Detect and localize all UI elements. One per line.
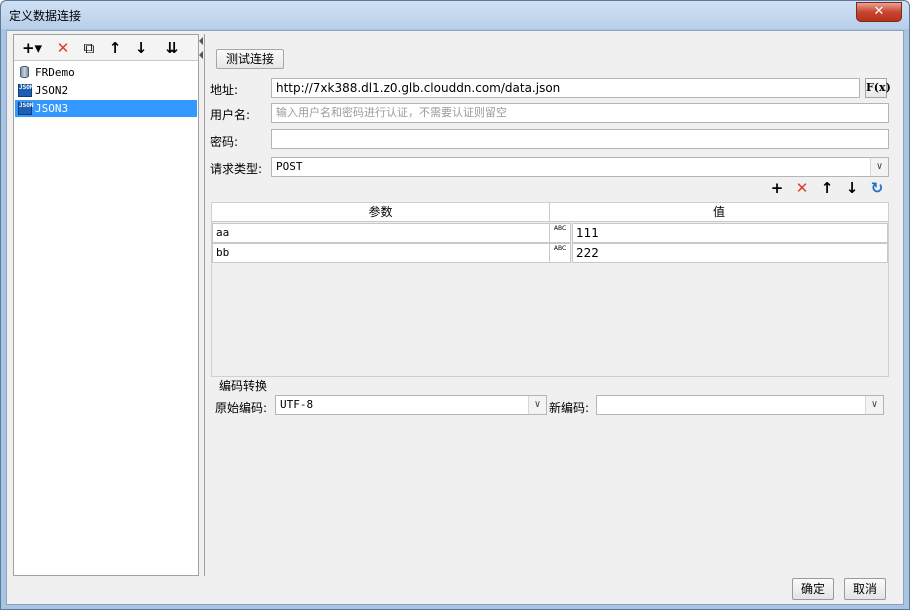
json-icon: JSON xyxy=(18,102,33,115)
password-label: 密码: xyxy=(210,135,239,149)
password-input[interactable] xyxy=(271,129,889,149)
encoding-group-title: 编码转换 xyxy=(219,379,268,393)
original-encoding-select[interactable]: UTF-8 ∨ xyxy=(275,395,547,415)
connection-toolbar: +▾ ✕ ⧉ ↑ ↓ ⇊ xyxy=(14,35,198,61)
connection-label: JSON3 xyxy=(35,102,69,115)
param-value-cell[interactable]: 222 xyxy=(572,243,888,263)
add-connection-icon[interactable]: +▾ xyxy=(18,38,46,58)
connection-item-json2[interactable]: JSON JSON2 xyxy=(15,82,197,99)
params-table: 参数 值 aa ABC 111 bb ABC 222 xyxy=(211,202,889,377)
move-param-down-icon[interactable]: ↓ xyxy=(842,179,862,197)
move-up-icon[interactable]: ↑ xyxy=(104,38,126,58)
sort-icon[interactable]: ⇊ xyxy=(159,38,185,58)
request-type-select[interactable]: POST ∨ xyxy=(271,157,889,177)
chevron-down-icon[interactable]: ∨ xyxy=(865,396,883,414)
window-title: 定义数据连接 xyxy=(9,9,82,23)
connection-label: FRDemo xyxy=(35,66,75,79)
username-input[interactable]: 输入用户名和密码进行认证，不需要认证则留空 xyxy=(271,103,889,123)
connection-list-panel: +▾ ✕ ⧉ ↑ ↓ ⇊ FRDemo JSON JSON2 JSON JSON… xyxy=(13,34,199,576)
json-icon: JSON xyxy=(18,84,33,97)
address-input[interactable]: http://7xk388.dl1.z0.glb.clouddn.com/dat… xyxy=(271,78,860,98)
close-button[interactable]: ✕ xyxy=(856,2,902,22)
move-param-up-icon[interactable]: ↑ xyxy=(817,179,837,197)
connection-label: JSON2 xyxy=(35,84,69,97)
param-name-cell[interactable]: aa xyxy=(212,223,550,243)
move-down-icon[interactable]: ↓ xyxy=(130,38,152,58)
panel-splitter[interactable] xyxy=(199,34,205,576)
delete-connection-icon[interactable]: ✕ xyxy=(52,38,74,58)
value-type-icon[interactable]: ABC xyxy=(549,243,571,263)
ok-button[interactable]: 确定 xyxy=(792,578,834,600)
collapse-arrow-icon[interactable] xyxy=(199,37,203,45)
refresh-icon[interactable]: ↻ xyxy=(867,179,887,197)
value-type-icon[interactable]: ABC xyxy=(549,223,571,243)
new-encoding-select[interactable]: ∨ xyxy=(596,395,884,415)
formula-button[interactable]: F(x) xyxy=(865,78,891,98)
value-type-text: ABC xyxy=(553,245,567,252)
database-icon xyxy=(20,66,29,78)
delete-param-icon[interactable]: ✕ xyxy=(792,179,812,197)
request-type-value: POST xyxy=(276,160,303,173)
original-encoding-value: UTF-8 xyxy=(280,398,314,411)
param-name-cell[interactable]: bb xyxy=(212,243,550,263)
add-param-icon[interactable]: + xyxy=(767,179,787,197)
chevron-down-icon[interactable]: ∨ xyxy=(870,158,888,176)
username-label: 用户名: xyxy=(210,108,251,122)
connection-item-json3[interactable]: JSON JSON3 xyxy=(15,100,197,117)
connection-item-frdemo[interactable]: FRDemo xyxy=(15,64,197,81)
param-value-header[interactable]: 值 xyxy=(550,203,888,222)
request-type-label: 请求类型: xyxy=(210,162,263,176)
value-type-text: ABC xyxy=(553,225,567,232)
param-name-header[interactable]: 参数 xyxy=(212,203,550,222)
test-connection-button[interactable]: 测试连接 xyxy=(216,49,284,69)
dialog-body: +▾ ✕ ⧉ ↑ ↓ ⇊ FRDemo JSON JSON2 JSON JSON… xyxy=(6,30,904,605)
copy-connection-icon[interactable]: ⧉ xyxy=(78,38,100,58)
chevron-down-icon[interactable]: ∨ xyxy=(528,396,546,414)
dialog-window: 定义数据连接 ✕ +▾ ✕ ⧉ ↑ ↓ ⇊ FRDemo JSON JSON2 xyxy=(0,0,910,610)
cancel-button[interactable]: 取消 xyxy=(844,578,886,600)
address-label: 地址: xyxy=(210,83,239,97)
param-value-cell[interactable]: 111 xyxy=(572,223,888,243)
title-bar[interactable]: 定义数据连接 ✕ xyxy=(1,1,909,29)
new-encoding-label: 新编码: xyxy=(549,401,590,415)
collapse-arrow-icon[interactable] xyxy=(199,51,203,59)
original-encoding-label: 原始编码: xyxy=(215,401,268,415)
